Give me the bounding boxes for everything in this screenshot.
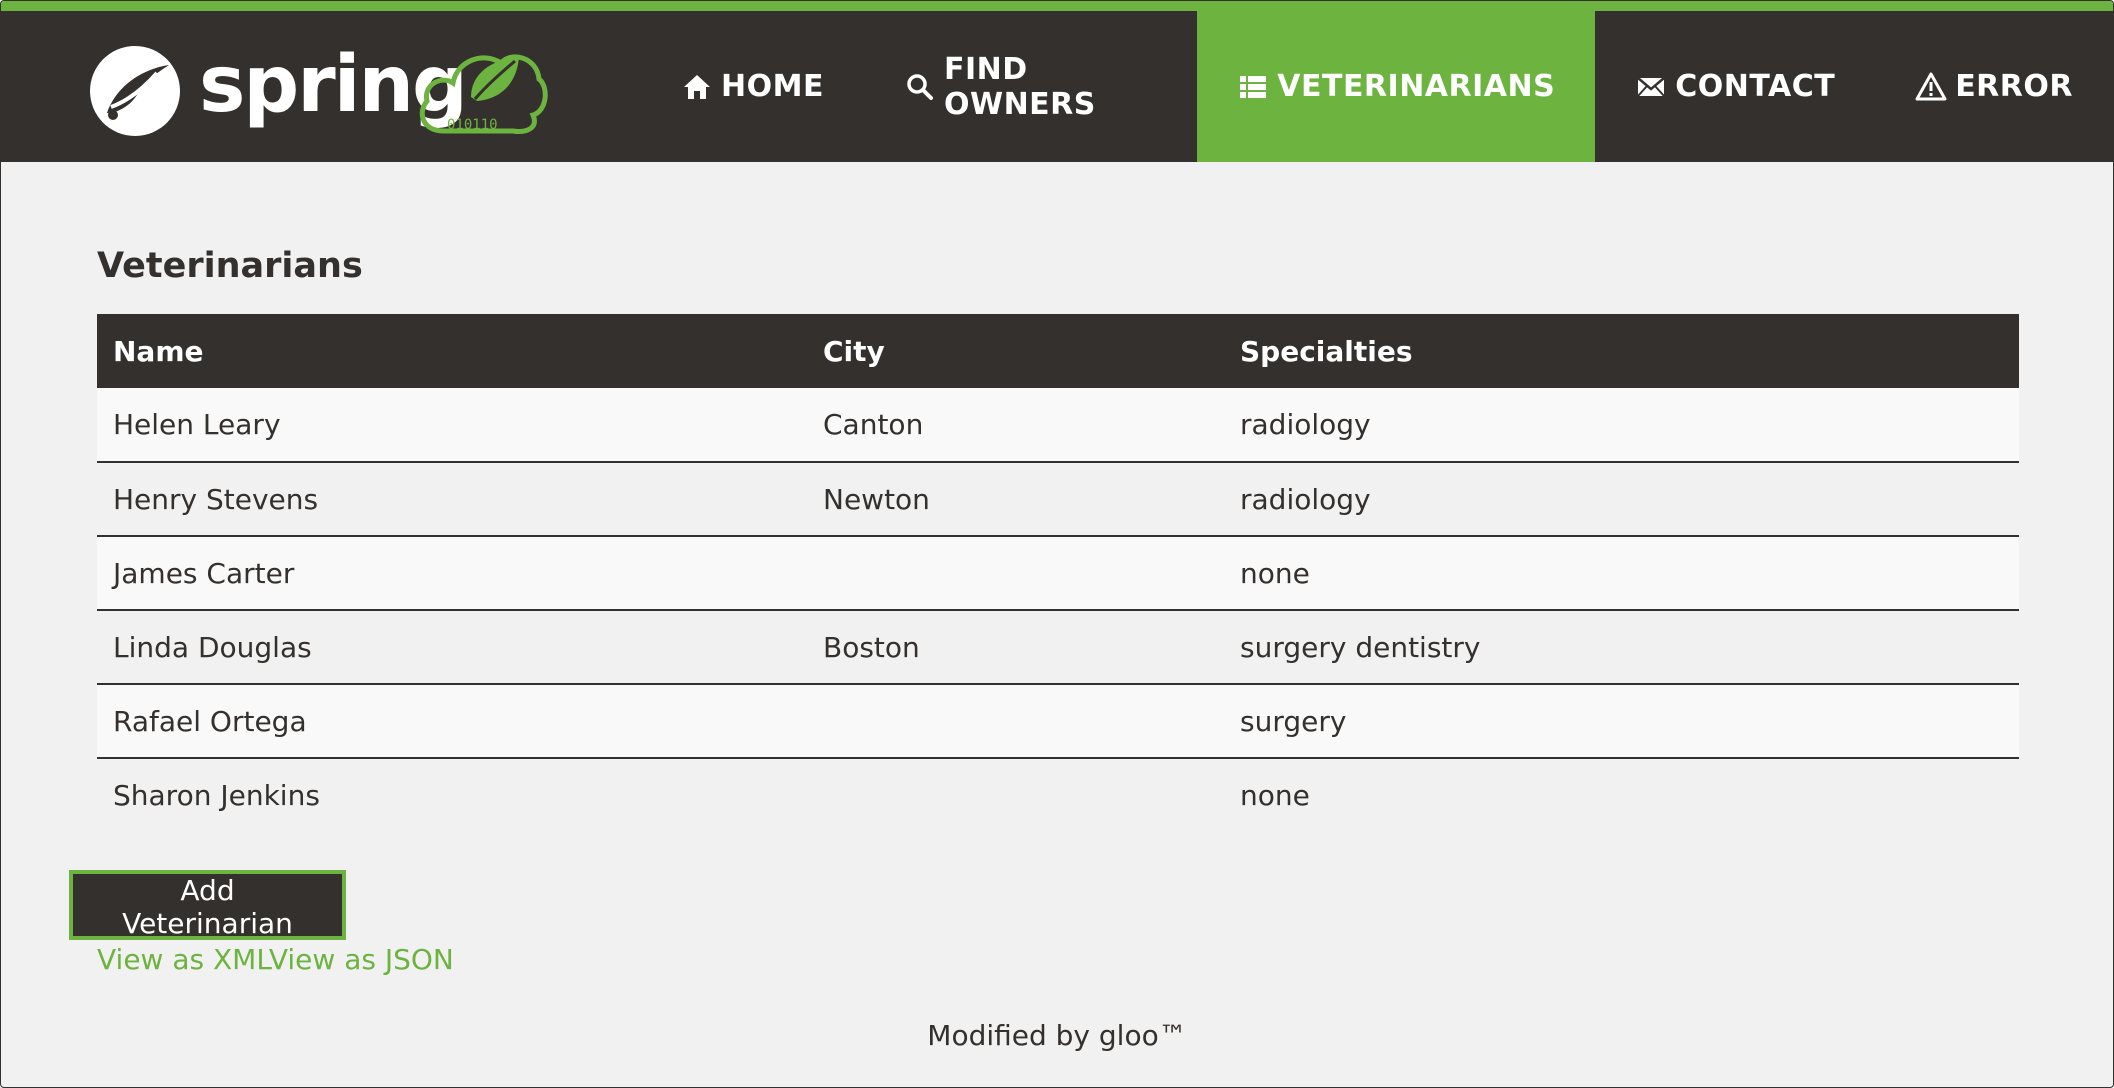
cell-specialties: surgery dentistry (1240, 630, 1481, 664)
home-icon (681, 71, 713, 103)
nav-veterinarians[interactable]: VETERINARIANS (1197, 11, 1596, 162)
envelope-icon (1635, 71, 1667, 103)
view-as-json-link[interactable]: View as JSON (269, 943, 454, 976)
cell-specialties: surgery (1240, 704, 1347, 738)
table-row: Linda Douglas Boston surgery dentistry (97, 610, 2019, 684)
cell-name: Sharon Jenkins (113, 779, 320, 812)
cell-name: Rafael Ortega (113, 704, 307, 738)
veterinarians-table: Name City Specialties Helen Leary Canton… (97, 314, 2019, 832)
cell-specialties: none (1240, 556, 1310, 590)
column-header-city: City (823, 334, 885, 368)
nav-find-owners[interactable]: FIND OWNERS (864, 11, 1197, 162)
cell-specialties: none (1240, 779, 1310, 812)
cloud-text: 010110 (447, 117, 498, 133)
cell-name: Linda Douglas (113, 630, 312, 664)
table-header-row: Name City Specialties (97, 314, 2019, 388)
cell-city: Newton (823, 482, 930, 516)
table-header: Name City Specialties (97, 314, 2019, 388)
nav-find-owners-label: FIND OWNERS (943, 51, 1096, 122)
cell-city (807, 684, 1224, 758)
main-nav: HOME FIND OWNERS VETERINARIANS CONTACT E… (641, 11, 2113, 162)
nav-home-label: HOME (721, 69, 824, 104)
spring-logo[interactable]: spring 010110 (87, 33, 548, 143)
spring-swirl-icon (90, 46, 180, 136)
cell-name: James Carter (113, 556, 295, 590)
cell-city (807, 536, 1224, 610)
nav-contact[interactable]: CONTACT (1595, 11, 1875, 162)
column-header-name: Name (113, 334, 204, 368)
search-icon (904, 71, 936, 103)
cloud-leaf-icon: 010110 (419, 54, 548, 134)
top-accent-bar (1, 1, 2113, 11)
table-body: Helen Leary Canton radiology Henry Steve… (97, 388, 2019, 832)
cell-city: Canton (823, 408, 924, 441)
cell-city: Boston (823, 630, 920, 664)
warning-icon (1915, 71, 1947, 103)
view-as-xml-link[interactable]: View as XML (97, 943, 269, 976)
table-row: Rafael Ortega surgery (97, 684, 2019, 758)
nav-home[interactable]: HOME (641, 11, 864, 162)
table-row: Helen Leary Canton radiology (97, 388, 2019, 462)
table-row: Henry Stevens Newton radiology (97, 462, 2019, 536)
table-row: Sharon Jenkins none (97, 758, 2019, 832)
page-title: Veterinarians (97, 246, 363, 286)
cell-city (807, 758, 1224, 832)
cell-name: Helen Leary (113, 408, 281, 441)
cell-specialties: radiology (1240, 408, 1371, 441)
column-header-specialties: Specialties (1240, 334, 1413, 368)
export-links: View as XMLView as JSON (97, 941, 454, 979)
nav-error-label: ERROR (1955, 69, 2073, 104)
cell-name: Henry Stevens (113, 482, 319, 516)
cell-specialties: radiology (1240, 482, 1371, 516)
navbar: spring 010110 HOME FIND OWNERS VETERINAR… (1, 11, 2113, 162)
footer-text: Modified by gloo™ (927, 1019, 1187, 1052)
nav-veterinarians-label: VETERINARIANS (1277, 69, 1556, 104)
nav-error[interactable]: ERROR (1875, 11, 2113, 162)
list-icon (1237, 71, 1269, 103)
add-veterinarian-button[interactable]: Add Veterinarian (69, 870, 346, 940)
main-content: Veterinarians Name City Specialties Hele… (97, 238, 2019, 832)
nav-contact-label: CONTACT (1675, 69, 1836, 104)
app-window: spring 010110 HOME FIND OWNERS VETERINAR… (0, 0, 2114, 1088)
table-row: James Carter none (97, 536, 2019, 610)
